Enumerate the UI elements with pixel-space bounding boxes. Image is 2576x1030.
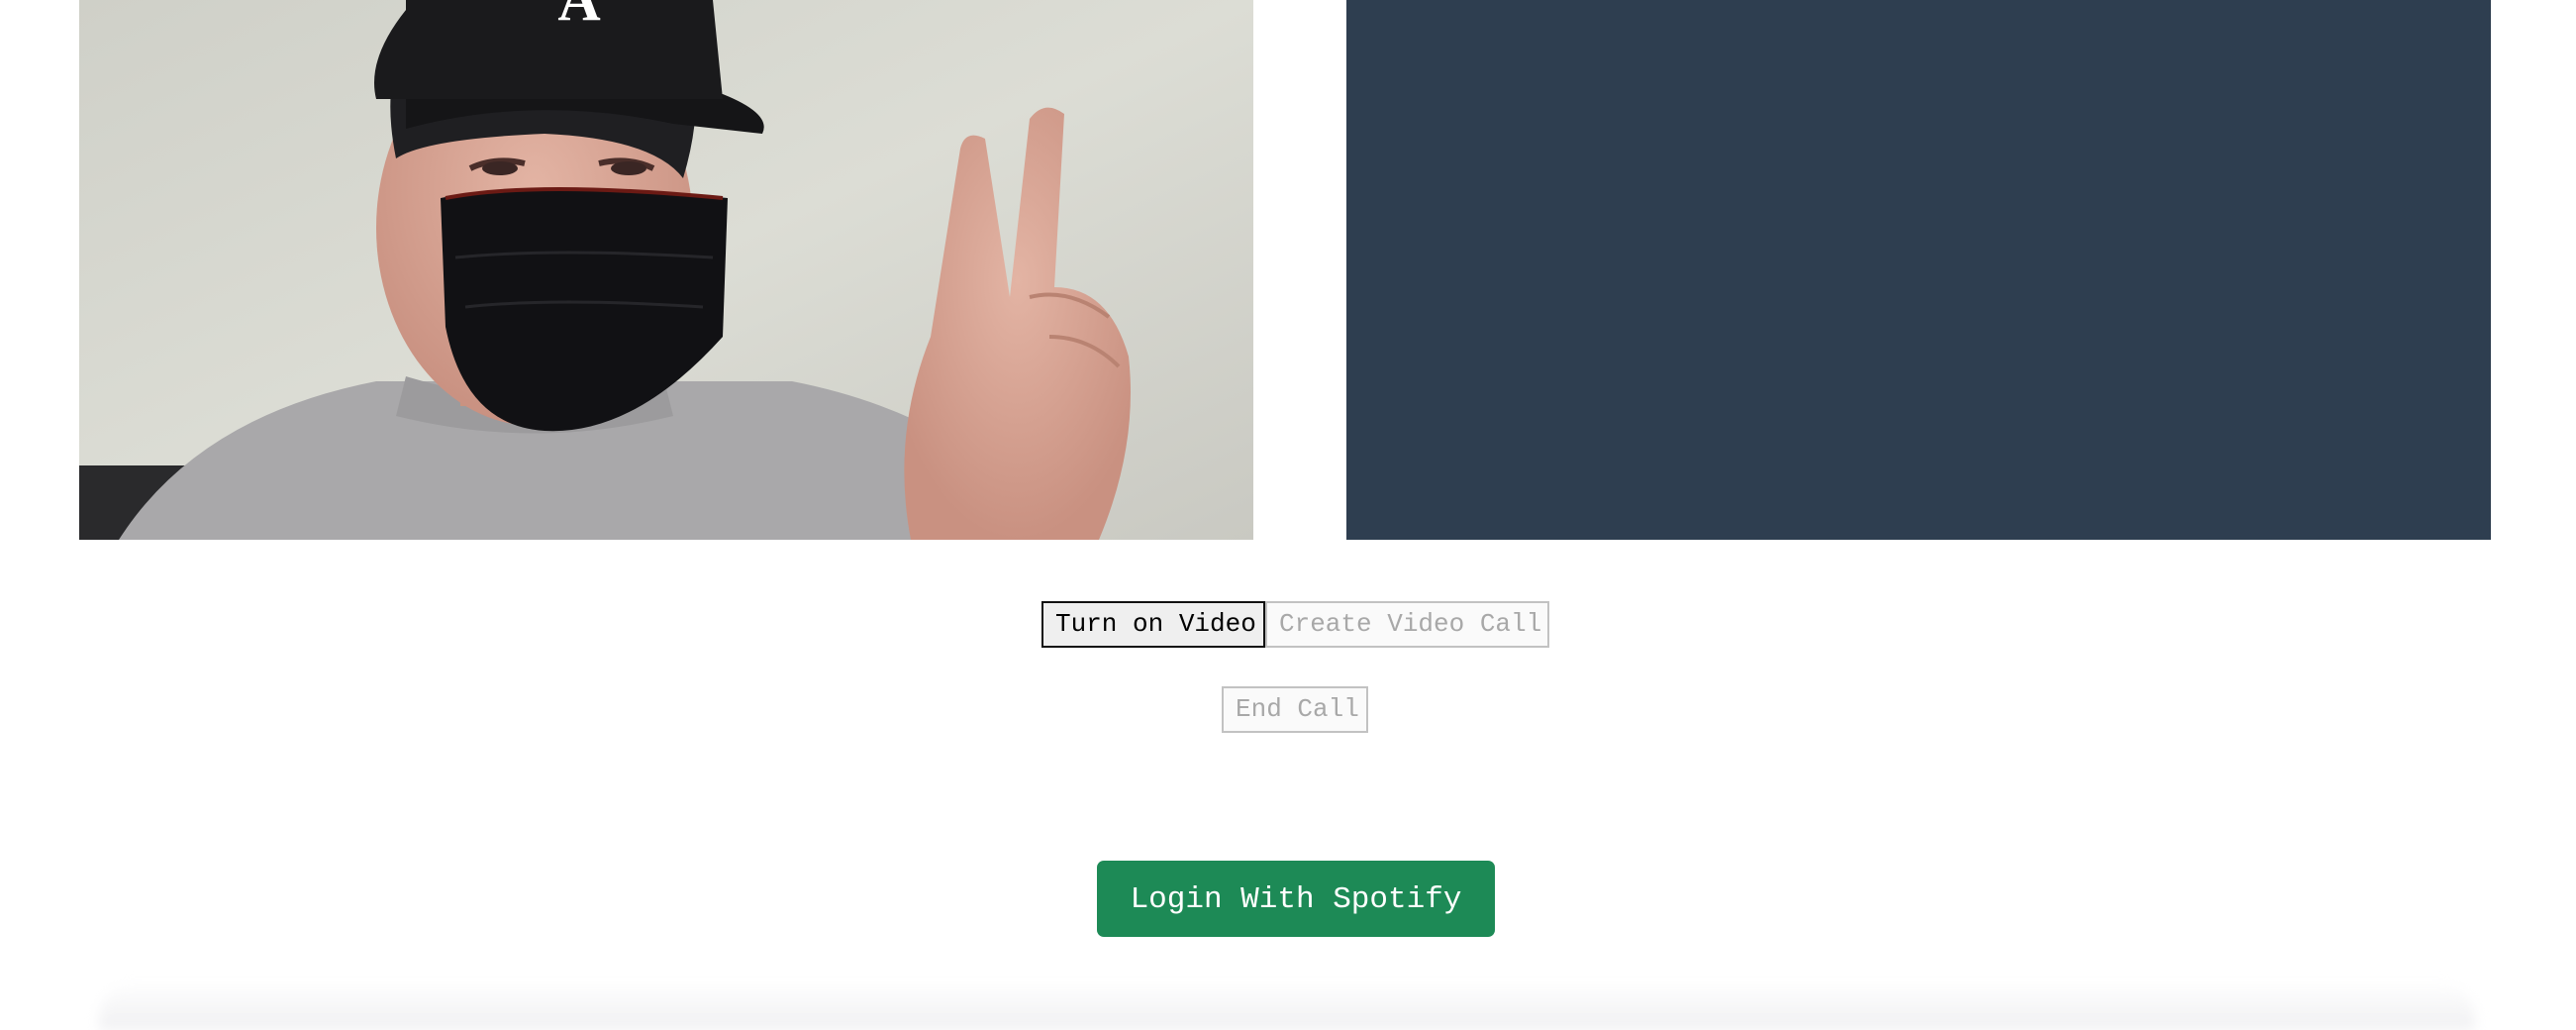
login-with-spotify-button[interactable]: Login With Spotify: [1097, 861, 1495, 937]
turn-on-video-button[interactable]: Turn on Video: [1041, 601, 1265, 648]
create-video-call-button[interactable]: Create Video Call: [1265, 601, 1549, 648]
end-call-button[interactable]: End Call: [1222, 686, 1368, 733]
remote-video-feed: [1346, 0, 2491, 540]
bottom-panel-shadow: [99, 980, 2475, 1030]
cap-logo: A: [557, 0, 600, 33]
video-panels: A: [0, 0, 2576, 540]
local-video-feed: A: [79, 0, 1253, 540]
end-call-row: End Call: [1222, 686, 1368, 733]
local-video-image: A: [79, 0, 1253, 540]
call-controls: Turn on Video Create Video Call: [1041, 601, 1549, 648]
